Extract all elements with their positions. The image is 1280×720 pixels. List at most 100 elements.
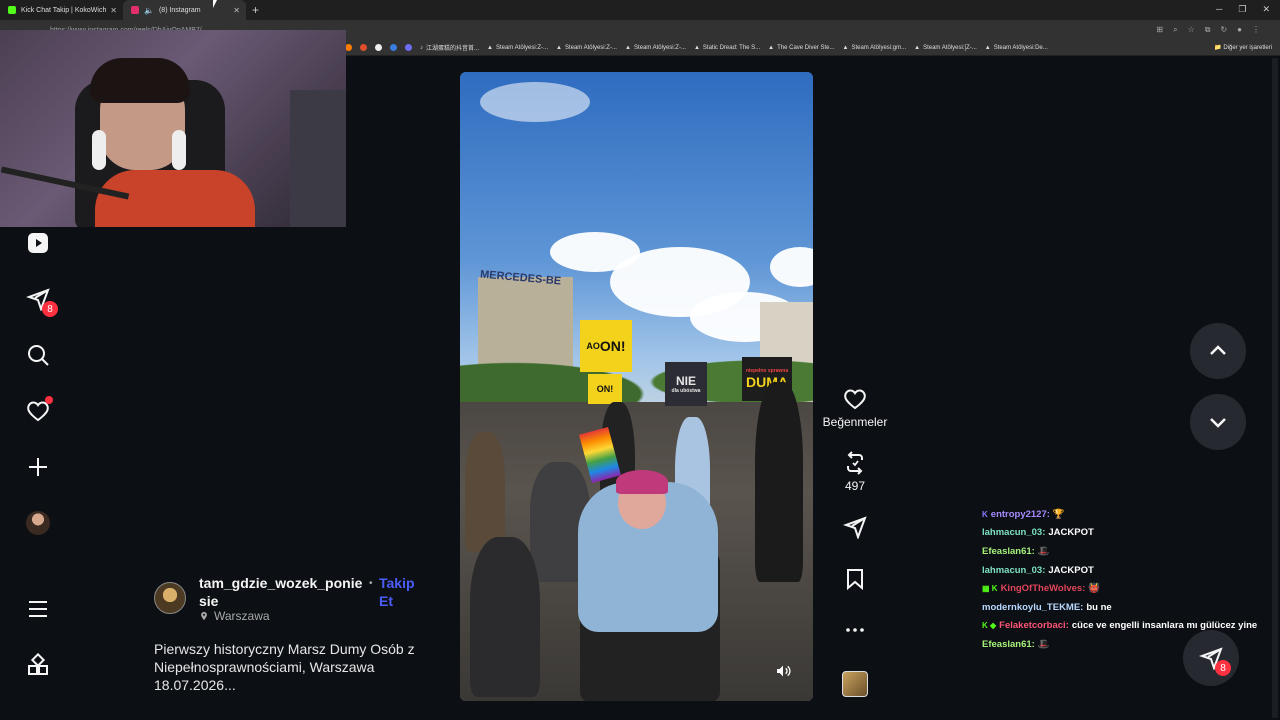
apps-icon[interactable] [26, 653, 50, 677]
create-icon[interactable] [26, 455, 50, 479]
bookmark-icon[interactable] [390, 44, 397, 51]
browser-tabbar: Kick Chat Takip | KokoWich ✕ 🔈 (8) Insta… [0, 0, 1280, 20]
star-icon[interactable]: ☆ [1188, 25, 1195, 35]
webcam-overlay [0, 30, 346, 227]
notification-dot [45, 396, 53, 404]
chat-message: Efeaslan61: 🎩 [982, 545, 1050, 557]
close-window-icon[interactable]: ✕ [1262, 4, 1270, 15]
minimize-icon[interactable]: ─ [1216, 4, 1222, 15]
heart-icon[interactable] [843, 387, 867, 411]
next-reel-button[interactable] [1190, 394, 1246, 450]
author-username[interactable]: tam_gdzie_wozek_poniesie [199, 574, 364, 610]
location-label: Warszawa [214, 609, 270, 623]
instagram-favicon-icon [131, 6, 139, 14]
bookmark-item[interactable]: ▲ Steam Atölyesi:gm... [842, 45, 906, 51]
sound-icon[interactable] [775, 663, 791, 679]
protest-sign: AO ON! [580, 320, 632, 372]
reel-caption[interactable]: Pierwszy historyczny Marsz Dumy Osób z N… [154, 640, 424, 694]
stream-chat-overlay: Kentropy2127: 🏆 lahmacun_03: JACKPOT Efeas… [982, 505, 1280, 654]
extension-icon[interactable]: ⊞ [1156, 25, 1163, 35]
chevron-up-icon [1210, 345, 1226, 355]
chat-message: modernkoylu_TEKME: bu ne [982, 601, 1112, 613]
author-avatar[interactable] [154, 582, 186, 614]
mouse-cursor-icon [213, 0, 217, 8]
extensions-icon[interactable]: ⧉ [1205, 25, 1211, 35]
heart-icon[interactable] [26, 396, 53, 423]
save-action[interactable] [823, 567, 887, 591]
more-icon[interactable] [843, 618, 867, 642]
follow-button[interactable]: Takip Et [379, 574, 419, 610]
repost-icon[interactable] [843, 451, 867, 475]
bookmark-item[interactable]: ▲ Steam Atölyesi:Z-... [556, 45, 617, 51]
bookmark-icon[interactable] [345, 44, 352, 51]
headset-icon [172, 130, 186, 170]
bookmark-item[interactable]: ▲ Steam Atölyesi:Z-... [625, 45, 686, 51]
bookmark-icon[interactable] [405, 44, 412, 51]
previous-reel-button[interactable] [1190, 323, 1246, 379]
close-icon[interactable]: ✕ [233, 6, 240, 15]
reload-icon[interactable]: ↻ [1220, 25, 1227, 35]
marcher-wheelchair [470, 537, 540, 697]
bookmark-item[interactable]: ▲ Steam Atölyesi:Z-... [487, 45, 548, 51]
original-audio-thumbnail[interactable] [842, 671, 868, 697]
background-window [290, 90, 346, 227]
kick-favicon-icon [8, 6, 16, 14]
profile-avatar[interactable] [26, 511, 50, 535]
tab-title: (8) Instagram [158, 6, 201, 14]
other-bookmarks-folder[interactable]: 📁 Diğer yer işaretleri [1214, 44, 1272, 51]
tab-kick-chat[interactable]: Kick Chat Takip | KokoWich ✕ [0, 0, 123, 20]
messages-fab[interactable]: 8 [1183, 630, 1239, 686]
streamer-shirt [95, 170, 255, 227]
cloud [480, 82, 590, 122]
bookmark-icon[interactable] [375, 44, 382, 51]
share-icon[interactable] [843, 515, 867, 539]
chat-message: Kentropy2127: 🏆 [982, 508, 1065, 520]
bookmark-icon[interactable] [843, 567, 867, 591]
likes-label: Beğenmeler [822, 415, 888, 429]
location-pin-icon [201, 611, 207, 621]
restore-icon[interactable]: ❐ [1238, 4, 1246, 15]
reels-icon[interactable] [26, 231, 50, 255]
messages-badge: 8 [1215, 660, 1231, 676]
bookmark-item[interactable]: ▲ The Cave Diver Ste... [768, 45, 834, 51]
reel-video[interactable]: MERCEDES-BE AO ON! ON! NIE dla ubóstwa nie… [460, 72, 813, 701]
marcher [755, 382, 803, 582]
separator-dot: • [369, 578, 373, 589]
search-icon[interactable] [26, 343, 50, 367]
share-action[interactable] [823, 515, 887, 539]
bookmark-item[interactable]: ♪ 江湖蛋糕的抖音首... [420, 43, 479, 53]
chat-message: lahmacun_03: JACKPOT [982, 527, 1094, 539]
chat-message: ▦ K KingOfTheWolves: 👹 [982, 583, 1101, 595]
repost-count: 497 [844, 479, 866, 493]
bookmark-item[interactable]: ▲ Static Dread: The S... [694, 45, 760, 51]
bookmark-icon[interactable] [360, 44, 367, 51]
marcher [465, 432, 505, 552]
speaker-icon[interactable]: 🔈 [144, 6, 154, 15]
chat-message: lahmacun_03: JACKPOT [982, 564, 1094, 576]
page-scrollbar[interactable] [1272, 58, 1278, 718]
chevron-down-icon [1210, 418, 1226, 428]
menu-icon[interactable] [26, 597, 50, 621]
messages-icon[interactable]: 8 [26, 287, 58, 317]
new-tab-button[interactable]: + [252, 3, 259, 17]
streamer-hair [90, 58, 190, 103]
tab-title: Kick Chat Takip | KokoWich [21, 6, 107, 14]
protest-sign: NIE dla ubóstwa [665, 362, 707, 406]
tab-instagram[interactable]: 🔈 (8) Instagram ✕ [123, 0, 246, 20]
zoom-icon[interactable]: ⌕ [1173, 25, 1177, 35]
like-action[interactable]: Beğenmeler [823, 387, 887, 429]
window-controls: ─ ❐ ✕ [1216, 4, 1270, 15]
messages-badge: 8 [42, 301, 58, 317]
marcher-hair [616, 470, 668, 494]
address-bar-icons: ⊞ ⌕ ☆ ⧉ ↻ ● ⋮ [1156, 25, 1260, 35]
more-options[interactable] [823, 618, 887, 642]
protest-sign: ON! [588, 374, 622, 404]
profile-icon[interactable]: ● [1237, 25, 1242, 35]
close-icon[interactable]: ✕ [110, 6, 117, 15]
more-icon[interactable]: ⋮ [1252, 25, 1260, 35]
bookmark-item[interactable]: ▲ Steam Atölyesi:De... [985, 45, 1048, 51]
bookmark-item[interactable]: ▲ Steam Atölyesi:[Z-... [914, 45, 977, 51]
chat-message: K ◆ Felaketcorbaci: cüce ve engelli insanl… [982, 620, 1258, 632]
location[interactable]: Warszawa [199, 609, 270, 623]
repost-action[interactable]: 497 [823, 451, 887, 493]
